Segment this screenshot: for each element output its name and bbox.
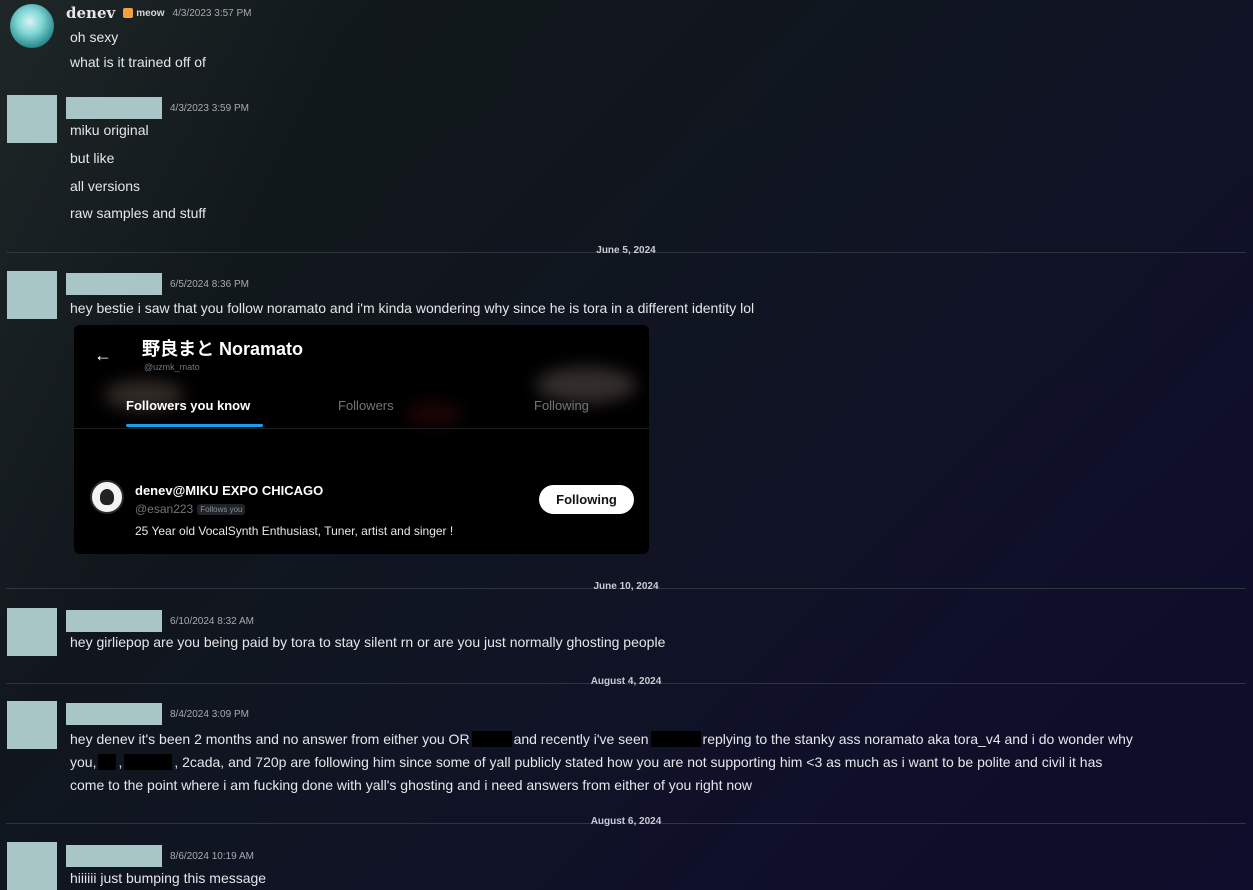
- tab-divider: [74, 428, 649, 429]
- follower-bio: 25 Year old VocalSynth Enthusiast, Tuner…: [135, 524, 454, 538]
- message-segment: hey denev it's been 2 months and no answ…: [70, 731, 470, 747]
- message-text: hey denev it's been 2 months and no answ…: [70, 730, 1133, 748]
- timestamp: 6/10/2024 8:32 AM: [170, 615, 254, 627]
- message-header: 4/3/2023 3:59 PM: [66, 97, 249, 119]
- avatar[interactable]: [7, 842, 57, 890]
- date-divider-label: August 6, 2024: [590, 816, 662, 827]
- avatar[interactable]: [7, 271, 57, 319]
- message-text: hey bestie i saw that you follow noramat…: [70, 300, 755, 316]
- message-header: 8/4/2024 3:09 PM: [66, 703, 249, 725]
- message-header: 6/10/2024 8:32 AM: [66, 610, 254, 632]
- message-text: but like: [70, 150, 115, 166]
- redacted-username[interactable]: [66, 703, 162, 725]
- message-segment: you,: [70, 754, 97, 770]
- username[interactable]: denev: [66, 4, 115, 22]
- embedded-image[interactable]: ← 野良まと Noramato @uzmk_mato Followers you…: [74, 325, 649, 554]
- timestamp: 8/4/2024 3:09 PM: [170, 708, 249, 720]
- back-arrow-icon: ←: [94, 345, 112, 365]
- date-divider-label: June 5, 2024: [596, 245, 656, 256]
- date-divider: August 6, 2024: [6, 816, 1246, 827]
- follower-name: denev@MIKU EXPO CHICAGO: [135, 483, 324, 498]
- follower-handle: @esan223: [135, 502, 194, 516]
- redacted-username[interactable]: [66, 610, 162, 632]
- redacted-username[interactable]: [66, 273, 162, 295]
- timestamp: 4/3/2023 3:57 PM: [172, 7, 252, 19]
- message-text: hey girliepop are you being paid by tora…: [70, 634, 666, 650]
- redacted-username[interactable]: [66, 97, 162, 119]
- message-text: oh sexy: [70, 29, 119, 45]
- avatar[interactable]: [10, 4, 54, 48]
- redaction-box: [471, 731, 512, 747]
- blur-spot: [404, 403, 464, 425]
- message-text: what is it trained off of: [70, 54, 206, 70]
- message-segment: and recently i've seen: [513, 731, 649, 747]
- redaction-box: [650, 731, 701, 747]
- active-tab-indicator: [126, 424, 263, 427]
- follower-avatar: [90, 480, 124, 514]
- message-segment: replying to the stanky ass noramato aka …: [702, 731, 1133, 747]
- message-text: all versions: [70, 178, 141, 194]
- avatar[interactable]: [7, 95, 57, 143]
- timestamp: 4/3/2023 3:59 PM: [170, 102, 249, 114]
- following-button: Following: [539, 485, 634, 514]
- avatar[interactable]: [7, 608, 57, 656]
- date-divider: August 4, 2024: [6, 676, 1246, 687]
- timestamp: 8/6/2024 10:19 AM: [170, 850, 254, 862]
- message-text: come to the point where i am fucking don…: [70, 777, 753, 793]
- redacted-username[interactable]: [66, 845, 162, 867]
- chat-log: denev meow 4/3/2023 3:57 PM oh sexy what…: [0, 0, 1253, 890]
- profile-handle: @uzmk_mato: [144, 362, 200, 372]
- tab-followers-you-know: Followers you know: [126, 398, 251, 413]
- tag-icon: [123, 8, 134, 18]
- date-divider: June 5, 2024: [6, 245, 1246, 256]
- message-segment: ,: [118, 754, 123, 770]
- avatar[interactable]: [7, 701, 57, 749]
- date-divider: June 10, 2024: [6, 581, 1246, 592]
- follows-you-badge: Follows you: [197, 503, 246, 515]
- redaction-box: [124, 754, 173, 770]
- redaction-box: [98, 754, 117, 770]
- tab-followers: Followers: [338, 398, 394, 413]
- message-segment: , 2cada, and 720p are following him sinc…: [174, 754, 1103, 770]
- user-tag: meow: [123, 7, 165, 19]
- message-text: miku original: [70, 122, 149, 138]
- message-text: raw samples and stuff: [70, 205, 206, 221]
- message-text: you,, , 2cada, and 720p are following him…: [70, 753, 1102, 771]
- message-header: 8/6/2024 10:19 AM: [66, 845, 254, 867]
- date-divider-label: June 10, 2024: [593, 581, 659, 592]
- message-header: 6/5/2024 8:36 PM: [66, 273, 249, 295]
- tag-label: meow: [136, 7, 165, 19]
- tab-following: Following: [534, 398, 589, 413]
- date-divider-label: August 4, 2024: [590, 676, 662, 687]
- timestamp: 6/5/2024 8:36 PM: [170, 278, 249, 290]
- message-header: denev meow 4/3/2023 3:57 PM: [66, 2, 252, 24]
- message-text: hiiiiii just bumping this message: [70, 870, 267, 886]
- follower-handle-row: @esan223 Follows you: [135, 502, 246, 516]
- profile-name: 野良まと Noramato: [142, 339, 304, 359]
